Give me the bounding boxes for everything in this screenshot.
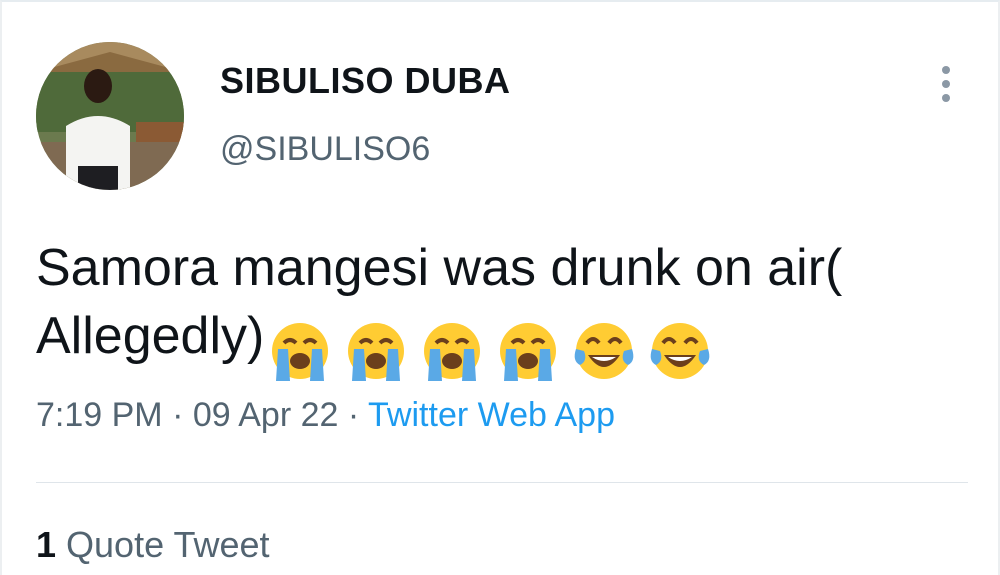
more-options-icon[interactable] — [928, 64, 964, 104]
profile-photo — [36, 42, 184, 190]
quote-tweets-link[interactable]: 1 Quote Tweet — [36, 524, 270, 566]
quote-label: Quote Tweet — [66, 524, 270, 565]
tweet-date[interactable]: 09 Apr 22 — [193, 396, 339, 434]
face-with-tears-of-joy-icon — [651, 323, 710, 380]
tweet-source-link[interactable]: Twitter Web App — [368, 396, 615, 434]
avatar[interactable] — [36, 42, 184, 190]
tweet-time[interactable]: 7:19 PM — [36, 396, 163, 434]
face-with-tears-of-joy-icon — [575, 323, 634, 380]
tweet-metadata: 7:19 PM · 09 Apr 22 · Twitter Web App — [36, 396, 615, 435]
meta-separator: · — [347, 396, 360, 434]
emoji-row — [268, 314, 724, 383]
divider — [36, 482, 968, 483]
meta-separator: · — [172, 396, 184, 434]
display-name[interactable]: SIBULISO DUBA — [220, 60, 511, 102]
loudly-crying-face-icon — [424, 323, 481, 382]
tweet-card: SIBULISO DUBA @SIBULISO6 Samora mangesi … — [0, 0, 1000, 575]
quote-count: 1 — [36, 524, 57, 565]
loudly-crying-face-icon — [500, 323, 557, 382]
user-handle[interactable]: @SIBULISO6 — [220, 130, 430, 169]
tweet-text: Samora mangesi was drunk on air( Alleged… — [36, 234, 966, 383]
loudly-crying-face-icon — [348, 323, 405, 382]
loudly-crying-face-icon — [272, 323, 329, 382]
